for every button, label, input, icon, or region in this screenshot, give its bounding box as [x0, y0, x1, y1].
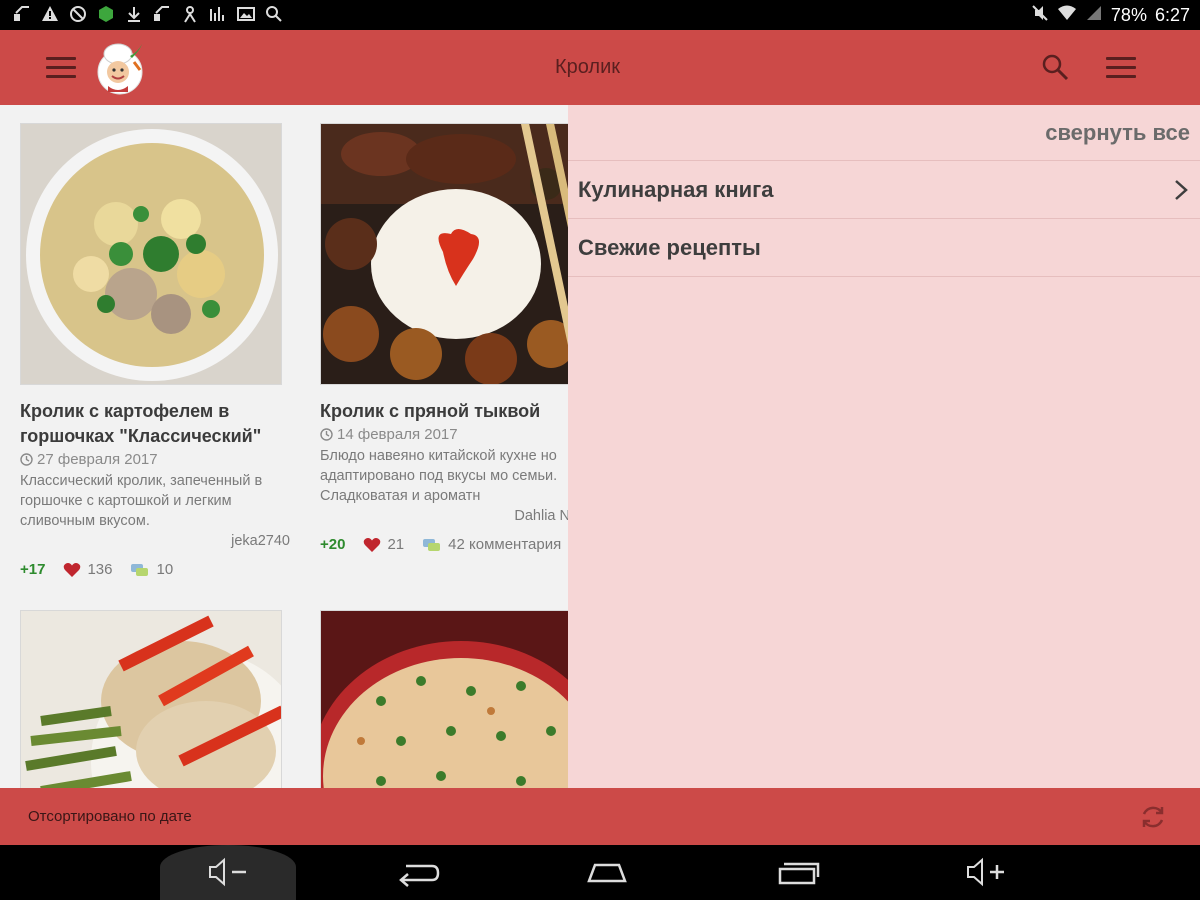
recipe-likes: 136 — [87, 561, 113, 578]
recipe-description: Блюдо навеяно китайской кухне но адаптир… — [320, 448, 558, 504]
image-icon — [236, 4, 256, 24]
status-icons-right: 78% 6:27 — [1031, 4, 1190, 27]
status-icons-left — [12, 4, 284, 24]
recipe-date: 14 февраля 2017 — [320, 426, 568, 443]
volume-up-icon[interactable] — [963, 855, 1009, 889]
recents-icon[interactable] — [775, 855, 821, 889]
comments-icon[interactable] — [130, 562, 150, 578]
recipe-card[interactable] — [20, 610, 290, 788]
category-drawer: свернуть все Кулинарная книга Свежие рец… — [568, 105, 1200, 788]
recipe-date-text: 14 февраля 2017 — [337, 426, 458, 443]
comments-icon[interactable] — [422, 537, 442, 553]
recipe-date-text: 27 февраля 2017 — [37, 451, 158, 468]
recipe-likes: 21 — [387, 536, 405, 553]
recipe-card[interactable] — [320, 610, 568, 788]
recipe-score: +20 — [320, 536, 346, 553]
refresh-icon[interactable] — [1138, 802, 1168, 832]
bottom-bar: Отсортировано по дате — [0, 788, 1200, 845]
volume-down-icon[interactable] — [205, 855, 251, 889]
heart-icon[interactable] — [363, 537, 381, 553]
notification-icon — [152, 4, 172, 24]
recipe-comments: 42 комментария — [448, 536, 562, 553]
battery-level: 78% — [1110, 5, 1147, 25]
recipe-card[interactable]: Кролик с картофелем в горшочках "Классич… — [20, 123, 290, 578]
drawer-item-cookbook[interactable]: Кулинарная книга — [568, 161, 1200, 219]
drawer-item-label: Кулинарная книга — [578, 177, 774, 202]
recipe-image[interactable] — [320, 610, 568, 788]
status-bar: 78% 6:27 — [0, 0, 1200, 30]
chevron-right-icon — [1175, 180, 1188, 200]
warning-icon — [40, 4, 60, 24]
collapse-all-button[interactable]: свернуть все — [568, 105, 1200, 161]
recipe-stats: +17 136 10 — [20, 561, 290, 578]
home-icon[interactable] — [584, 855, 630, 889]
recipe-comments: 10 — [156, 561, 174, 578]
drawer-item-label: Свежие рецепты — [578, 235, 761, 260]
cellular-icon — [1085, 4, 1103, 27]
recipe-description: Классический кролик, запеченный в горшоч… — [20, 473, 263, 529]
download-icon — [124, 4, 144, 24]
back-icon[interactable] — [395, 855, 441, 889]
sort-label[interactable]: Отсортировано по дате — [28, 788, 192, 845]
recipe-card[interactable]: Кролик с пряной тыквой 14 февраля 2017 Б… — [320, 123, 568, 553]
shield-icon — [96, 4, 116, 24]
recipe-title[interactable]: Кролик с картофелем в горшочках "Классич… — [20, 399, 290, 449]
search-icon[interactable] — [1040, 52, 1070, 82]
recipe-image[interactable] — [20, 610, 282, 788]
recipe-score: +17 — [20, 561, 46, 578]
overflow-menu-icon[interactable] — [1106, 57, 1136, 79]
recipe-image[interactable] — [320, 123, 568, 385]
page-title: Кролик — [554, 56, 621, 78]
wifi-icon — [1057, 4, 1077, 27]
recipe-author[interactable]: jeka2740 — [20, 533, 290, 549]
drawer-item-fresh-recipes[interactable]: Свежие рецепты — [568, 219, 1200, 277]
signal-icon — [208, 4, 228, 24]
clock: 6:27 — [1154, 5, 1190, 25]
mute-icon — [1031, 4, 1049, 27]
recipe-author[interactable]: Dahlia N — [320, 508, 568, 524]
recipe-image[interactable] — [20, 123, 282, 385]
clock-icon — [320, 428, 333, 441]
notification-icon — [12, 4, 32, 24]
app-bar: Кролик — [0, 30, 1200, 105]
recipe-stats: +20 21 42 комментария — [320, 536, 568, 553]
block-icon — [68, 4, 88, 24]
search-icon — [264, 4, 284, 24]
person-icon — [180, 4, 200, 24]
recipe-title[interactable]: Кролик с пряной тыквой — [320, 399, 568, 424]
recipe-date: 27 февраля 2017 — [20, 451, 290, 468]
recipe-list[interactable]: Кролик с картофелем в горшочках "Классич… — [0, 105, 568, 788]
clock-icon — [20, 453, 33, 466]
heart-icon[interactable] — [63, 562, 81, 578]
